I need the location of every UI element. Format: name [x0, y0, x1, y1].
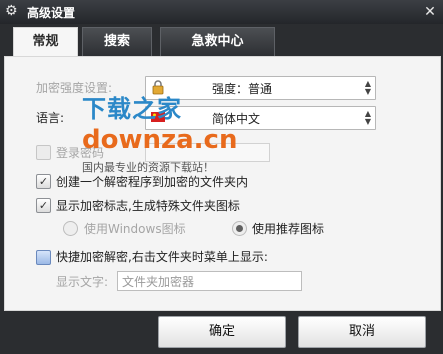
show-flag-checkbox[interactable]: ✓ [36, 198, 51, 213]
display-text-label: 显示文字: [56, 275, 109, 289]
language-label: 语言: [36, 111, 65, 125]
updown-arrow-icon: ▲ ▼ [364, 109, 371, 126]
tab-rescue-center[interactable]: 急救中心 [160, 27, 275, 56]
login-password-label: 登录密码 [56, 146, 105, 160]
encrypt-strength-dropdown[interactable]: 强度：普通 ▲ ▼ [145, 76, 376, 100]
encrypt-strength-value: 强度：普通 [212, 82, 273, 96]
lock-icon [152, 80, 164, 95]
ok-button[interactable]: 确定 [158, 316, 286, 348]
radio-selected-dot [236, 225, 243, 232]
radio-windows-icon[interactable] [63, 221, 78, 236]
window-title: 高级设置 [27, 6, 76, 20]
create-decryptor-checkbox[interactable]: ✓ [36, 174, 51, 189]
tab-general[interactable]: 常规 [13, 27, 78, 57]
login-password-checkbox[interactable] [36, 145, 51, 160]
show-flag-label: 显示加密标志,生成特殊文件夹图标 [56, 199, 240, 213]
updown-arrow-icon: ▲ ▼ [364, 79, 371, 96]
close-button[interactable]: ✕ [421, 3, 439, 21]
encrypt-strength-label: 加密强度设置: [36, 81, 113, 95]
advanced-settings-dialog: ⚙ 高级设置 ✕ 常规 搜索 急救中心 加密强度设置: 强度：普通 ▲ ▼ 语言:… [0, 0, 443, 354]
quick-decrypt-checkbox[interactable] [36, 250, 51, 265]
radio-recommended-icon[interactable] [232, 221, 247, 236]
radio-recommended-label: 使用推荐图标 [252, 222, 325, 236]
china-flag-icon [151, 112, 165, 122]
tab-search[interactable]: 搜索 [82, 27, 152, 56]
display-text-field[interactable]: 文件夹加密器 [117, 271, 302, 291]
title-bar[interactable]: ⚙ 高级设置 ✕ [0, 0, 443, 24]
language-dropdown[interactable]: 简体中文 ▲ ▼ [145, 106, 376, 130]
create-decryptor-label: 创建一个解密程序到加密的文件夹内 [56, 175, 249, 189]
login-password-field[interactable] [145, 143, 270, 162]
cancel-button[interactable]: 取消 [298, 316, 426, 348]
quick-decrypt-label: 快捷加密解密,右击文件夹时菜单上显示: [56, 250, 268, 264]
gear-icon: ⚙ [5, 3, 18, 19]
radio-windows-label: 使用Windows图标 [84, 222, 186, 236]
language-value: 简体中文 [212, 112, 261, 126]
